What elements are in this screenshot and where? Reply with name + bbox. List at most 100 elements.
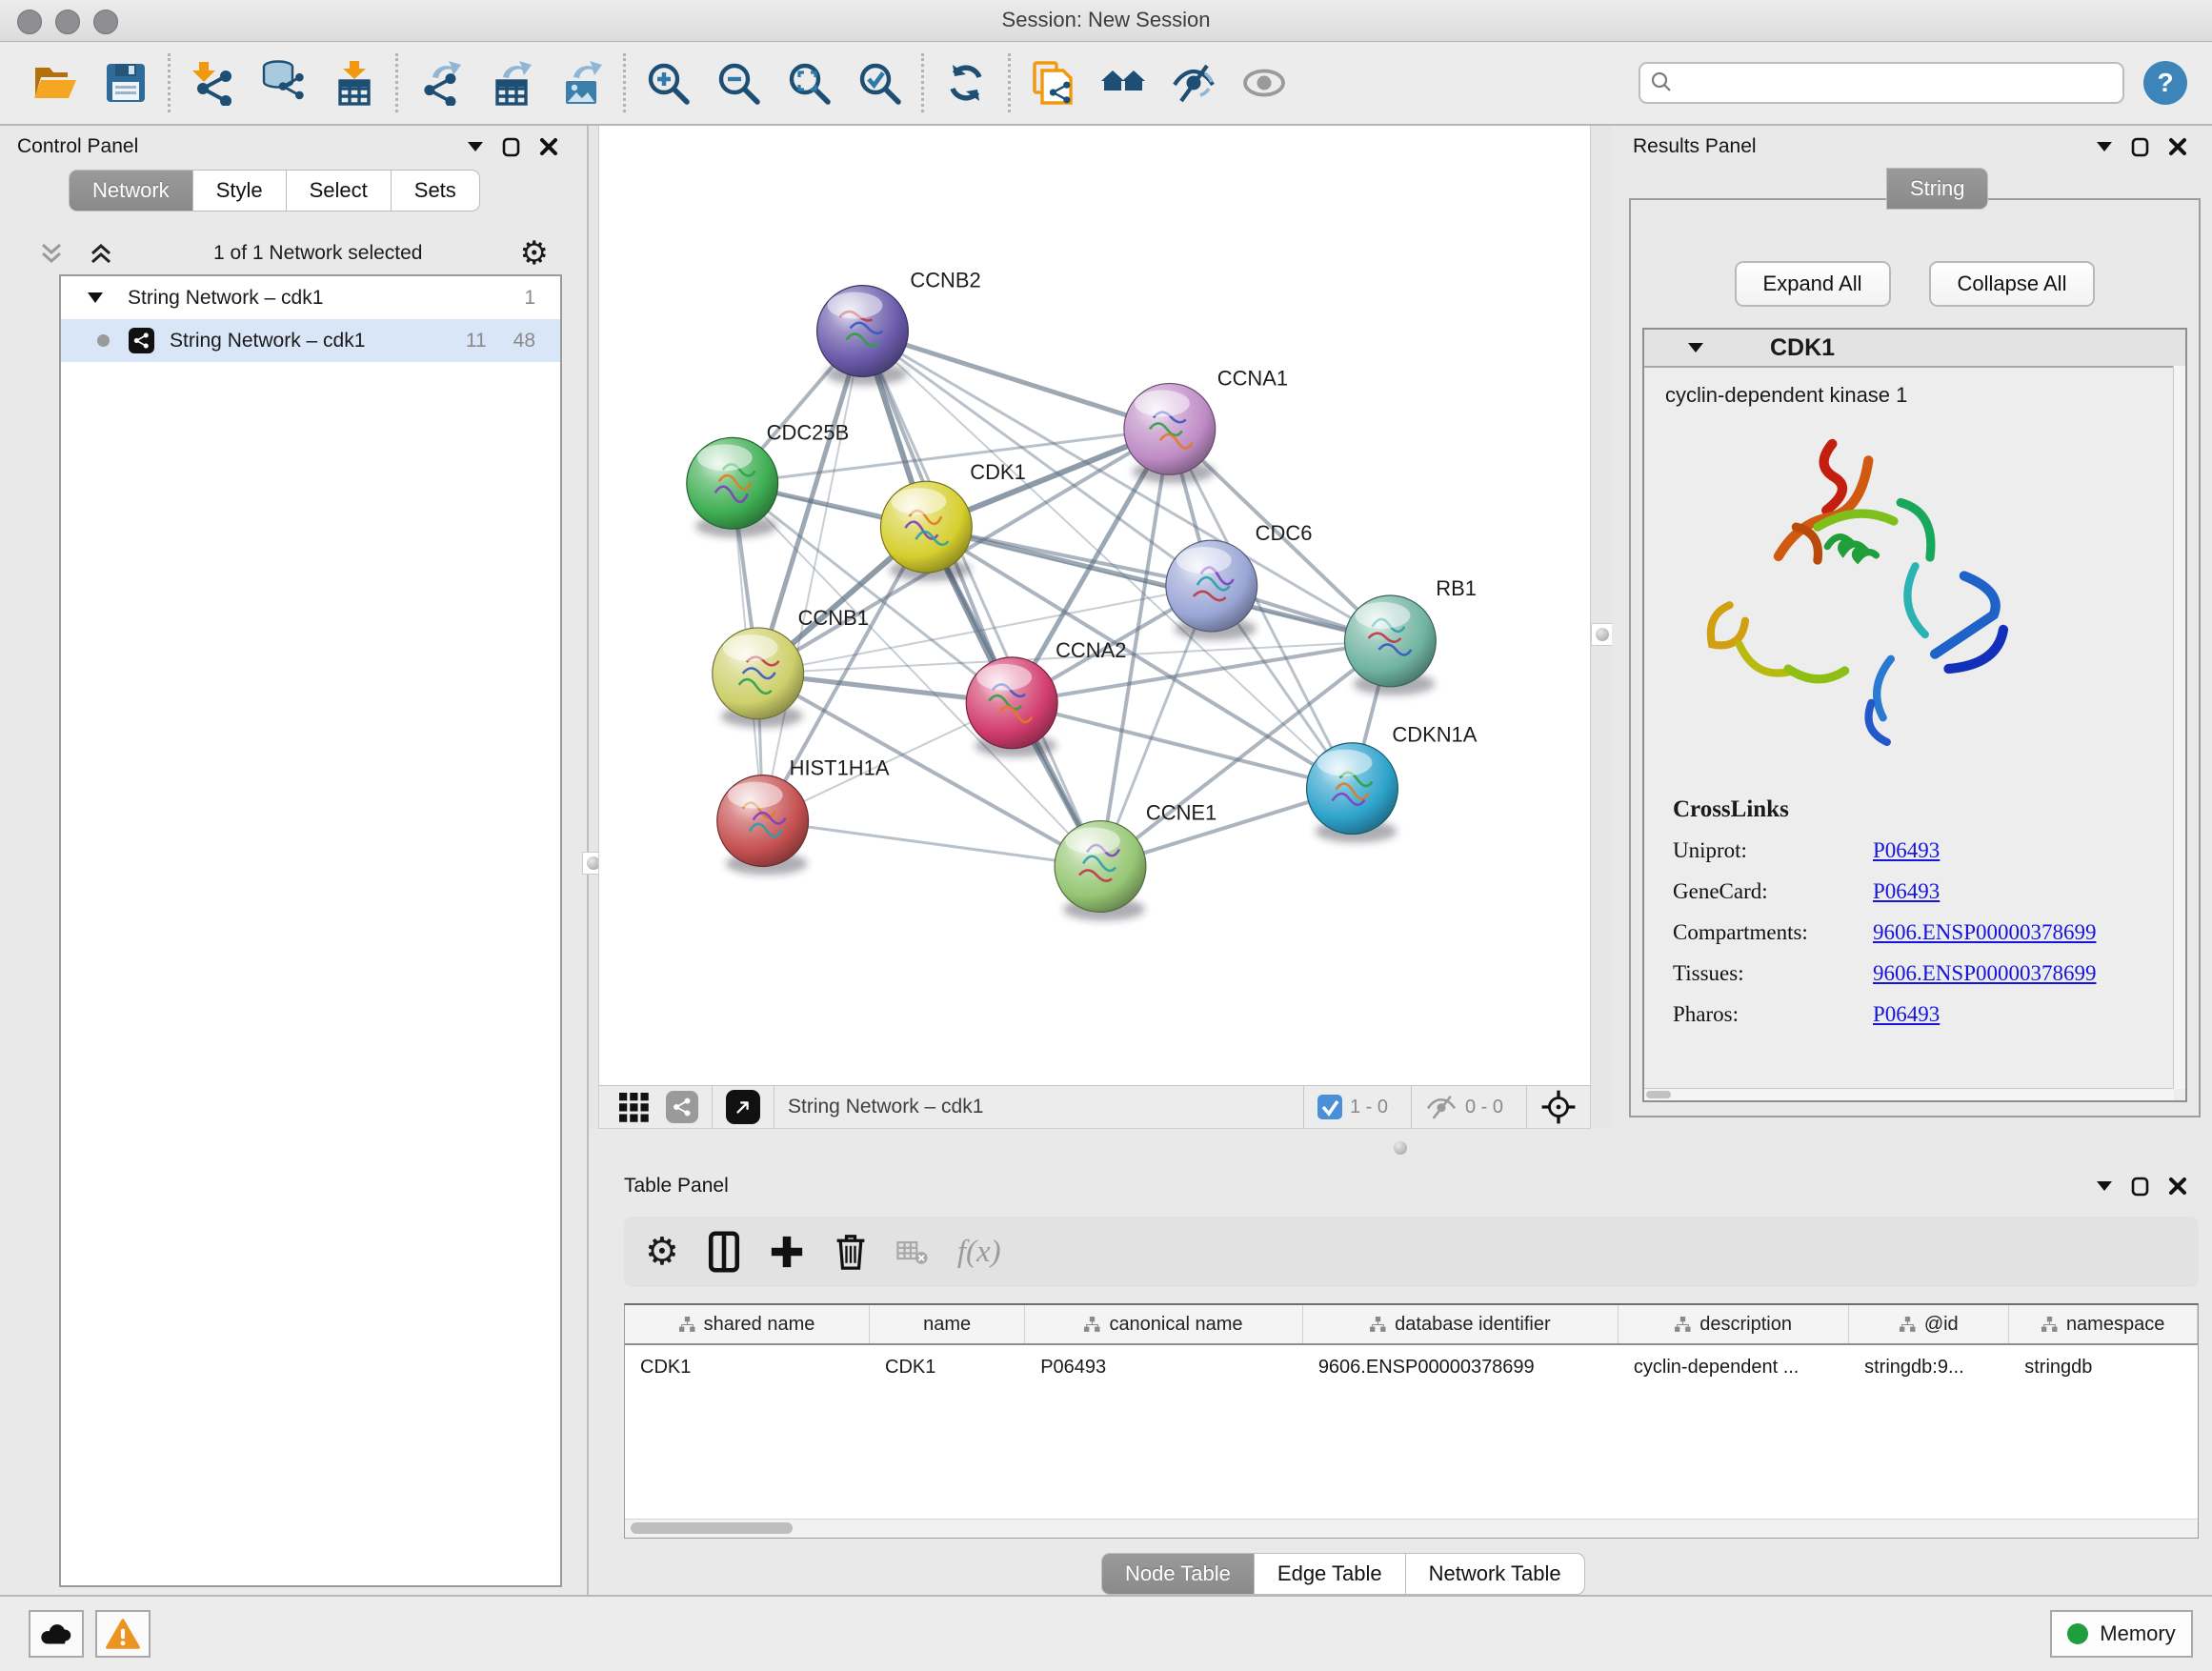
table-panel-maximize-icon[interactable] [2131, 1177, 2149, 1197]
import-table-button[interactable] [327, 54, 380, 111]
show-columns-icon[interactable] [708, 1231, 740, 1273]
right-splitter[interactable] [1591, 126, 1612, 1129]
table-horizontal-scrollbar[interactable] [625, 1519, 2198, 1538]
network-row[interactable]: String Network – cdk1 11 48 [61, 319, 560, 362]
table-options-gear-icon[interactable]: ⚙ [645, 1233, 679, 1271]
preview-mode-button[interactable] [1237, 54, 1291, 111]
table-panel-close-icon[interactable] [2168, 1177, 2187, 1196]
network-node[interactable]: HIST1H1A [717, 756, 890, 876]
string-home-button[interactable] [1096, 54, 1150, 111]
network-options-gear-icon[interactable]: ⚙ [520, 237, 549, 270]
tab-network-table[interactable]: Network Table [1406, 1553, 1585, 1595]
network-node[interactable]: CDK1 [880, 460, 1025, 581]
zoom-in-icon [645, 60, 691, 106]
open-session-button[interactable] [29, 54, 82, 111]
gene-expander-icon[interactable] [1688, 343, 1703, 352]
control-panel-float-icon[interactable] [468, 142, 483, 151]
search-input[interactable] [1639, 62, 2124, 104]
zoom-fit-content-button[interactable] [782, 54, 835, 111]
network-share-view-icon[interactable] [666, 1091, 698, 1123]
collapse-all-button[interactable]: Collapse All [1929, 261, 2096, 307]
network-node[interactable]: CCNB1 [713, 606, 869, 728]
table-panel: Table Panel ⚙ f(x) shared name name cano… [589, 1167, 2212, 1597]
network-status-dot-icon [97, 334, 110, 347]
export-image-button[interactable] [554, 54, 608, 111]
column-header-2[interactable]: canonical name [1025, 1305, 1303, 1343]
export-network-button[interactable] [413, 54, 467, 111]
network-edge[interactable] [926, 527, 1390, 641]
fit-selected-crosshair-icon[interactable] [1540, 1089, 1577, 1125]
results-panel-close-icon[interactable] [2168, 137, 2187, 156]
network-node[interactable]: RB1 [1344, 576, 1477, 695]
network-node-count: 11 [466, 330, 487, 352]
tab-edge-table[interactable]: Edge Table [1255, 1553, 1406, 1595]
crosslink-tissues-link[interactable]: 9606.ENSP00000378699 [1873, 961, 2097, 986]
show-hide-graphics-button[interactable] [1167, 54, 1220, 111]
control-panel-close-icon[interactable] [539, 137, 558, 156]
network-node[interactable]: CCNA1 [1124, 366, 1288, 483]
warnings-button[interactable] [95, 1610, 151, 1658]
crosslink-genecard-link[interactable]: P06493 [1873, 879, 1940, 904]
network-collection-row[interactable]: String Network – cdk1 1 [61, 276, 560, 319]
column-header-3[interactable]: database identifier [1303, 1305, 1619, 1343]
save-session-button[interactable] [99, 54, 152, 111]
network-edge[interactable] [862, 332, 1100, 867]
export-table-button[interactable] [484, 54, 537, 111]
cloud-status-button[interactable] [29, 1610, 84, 1658]
import-network-button[interactable] [186, 54, 239, 111]
network-edge[interactable] [763, 821, 1100, 867]
zoom-in-button[interactable] [641, 54, 694, 111]
collection-expander-icon[interactable] [88, 292, 103, 303]
table-panel-float-icon[interactable] [2097, 1181, 2112, 1191]
results-panel-maximize-icon[interactable] [2131, 137, 2149, 157]
hidden-eye-slash-icon[interactable] [1425, 1094, 1458, 1120]
tab-style[interactable]: Style [193, 170, 287, 211]
control-panel-maximize-icon[interactable] [502, 137, 520, 157]
right-splitter-handle[interactable] [1591, 623, 1614, 646]
birds-eye-view-icon[interactable] [726, 1090, 760, 1124]
results-panel-float-icon[interactable] [2097, 142, 2112, 151]
network-tree: String Network – cdk1 1 String Network –… [59, 274, 562, 1587]
expand-all-networks-icon[interactable] [88, 241, 116, 266]
horizontal-splitter[interactable] [589, 1129, 2212, 1167]
network-graph[interactable]: CCNB2 CCNA1 CDC25B CDK1 CDC6 RB1 CCNB1 C… [599, 126, 1590, 1085]
horizontal-splitter-handle[interactable] [1394, 1141, 1407, 1155]
column-header-5[interactable]: @id [1849, 1305, 2009, 1343]
column-header-6[interactable]: namespace [2009, 1305, 2198, 1343]
string-protein-query-button[interactable] [1026, 54, 1079, 111]
zoom-selected-button[interactable] [853, 54, 906, 111]
import-network-from-database-button[interactable] [256, 54, 310, 111]
create-column-plus-icon[interactable] [769, 1234, 805, 1270]
apply-preferred-layout-button[interactable] [939, 54, 993, 111]
column-header-4[interactable]: description [1619, 1305, 1849, 1343]
tab-string[interactable]: String [1886, 168, 1988, 210]
tab-sets[interactable]: Sets [392, 170, 480, 211]
help-button[interactable]: ? [2143, 61, 2187, 105]
network-grid-view-icon[interactable] [616, 1090, 651, 1124]
crosslink-uniprot-link[interactable]: P06493 [1873, 838, 1940, 863]
expand-all-button[interactable]: Expand All [1735, 261, 1891, 307]
table-scrollbar-thumb[interactable] [631, 1522, 793, 1534]
network-edge[interactable] [763, 332, 863, 821]
selected-checkbox-icon[interactable] [1317, 1095, 1342, 1119]
crosslink-pharos-link[interactable]: P06493 [1873, 1002, 1940, 1027]
tab-network[interactable]: Network [69, 170, 193, 211]
results-horizontal-scrollbar[interactable] [1644, 1088, 2174, 1100]
tab-select[interactable]: Select [287, 170, 392, 211]
delete-column-trash-icon[interactable] [834, 1232, 868, 1272]
network-edge[interactable] [862, 332, 1169, 430]
network-node[interactable]: CCNB2 [817, 269, 981, 386]
tab-node-table[interactable]: Node Table [1101, 1553, 1255, 1595]
results-vertical-scrollbar[interactable] [2173, 366, 2185, 1089]
column-header-0[interactable]: shared name [625, 1305, 870, 1343]
memory-button[interactable]: Memory [2050, 1610, 2193, 1658]
collapse-all-networks-icon[interactable] [38, 241, 67, 266]
zoom-out-button[interactable] [712, 54, 765, 111]
gene-description: cyclin-dependent kinase 1 [1644, 368, 2185, 408]
column-header-1[interactable]: name [870, 1305, 1025, 1343]
table-row[interactable]: CDK1 CDK1 P06493 9606.ENSP00000378699 cy… [625, 1345, 2198, 1389]
control-panel: Control Panel Network Style Select Sets … [0, 126, 589, 1597]
network-view-canvas[interactable]: CCNB2 CCNA1 CDC25B CDK1 CDC6 RB1 CCNB1 C… [598, 126, 1591, 1085]
crosslink-compartments-link[interactable]: 9606.ENSP00000378699 [1873, 920, 2097, 945]
network-node[interactable]: CDKN1A [1307, 723, 1478, 843]
